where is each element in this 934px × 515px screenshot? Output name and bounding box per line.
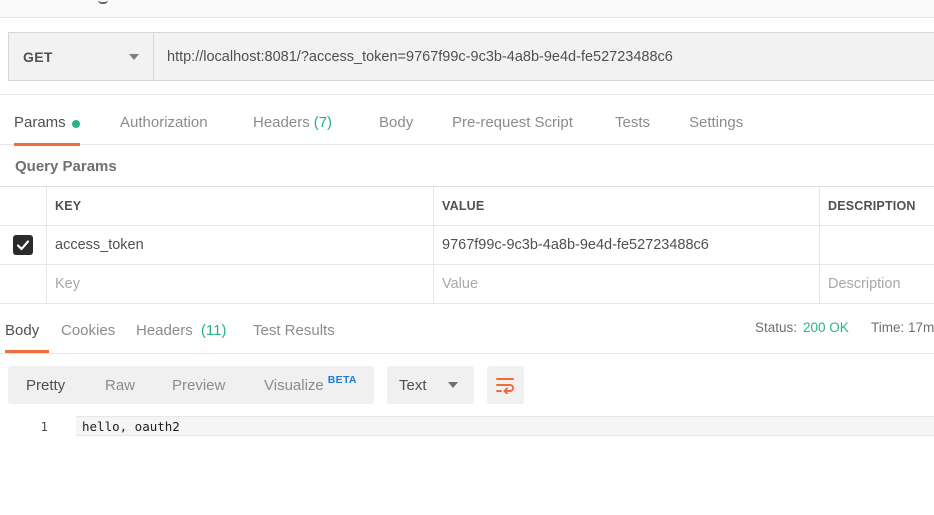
- tab-pre-request-script-label: Pre-request Script: [452, 114, 573, 131]
- column-header-description: DESCRIPTION: [819, 187, 934, 225]
- new-description-input[interactable]: Description: [819, 265, 934, 303]
- title-fragment: [98, 0, 108, 4]
- tab-response-body[interactable]: Body: [5, 313, 49, 353]
- view-preview-button[interactable]: Preview: [172, 366, 225, 404]
- param-key-field[interactable]: access_token: [46, 226, 433, 264]
- request-bar: GET http://localhost:8081/?access_token=…: [8, 32, 934, 81]
- new-value-input[interactable]: Value: [433, 265, 820, 303]
- tab-settings-label: Settings: [689, 114, 744, 131]
- check-icon: [16, 240, 30, 251]
- chevron-down-icon: [129, 53, 139, 60]
- tab-headers-label: Headers: [253, 114, 310, 131]
- table-row-new: Key Value Description: [0, 265, 934, 304]
- header-check-cell: [0, 187, 46, 225]
- query-params-title: Query Params: [15, 158, 117, 175]
- tab-body-label: Body: [379, 114, 414, 131]
- tab-body[interactable]: Body: [379, 105, 413, 145]
- new-row-check-cell: [0, 265, 46, 303]
- tab-tests-label: Tests: [615, 114, 651, 131]
- code-line: hello, oauth2: [82, 419, 180, 434]
- method-label: GET: [23, 48, 53, 65]
- new-key-input[interactable]: Key: [46, 265, 433, 303]
- row-check-cell: [0, 226, 46, 264]
- tab-test-results[interactable]: Test Results: [253, 313, 335, 353]
- active-line-highlight: [76, 416, 934, 436]
- tab-params[interactable]: Params: [14, 105, 80, 146]
- format-select[interactable]: Text: [387, 366, 474, 404]
- params-table: KEY VALUE DESCRIPTION access_token 9767f…: [0, 186, 934, 304]
- tab-response-headers-label: Headers: [136, 322, 193, 339]
- table-row: access_token 9767f99c-9c3b-4a8b-9e4d-fe5…: [0, 226, 934, 265]
- response-view-selector: Pretty Raw Preview Visualize BETA: [8, 366, 374, 404]
- response-body-viewer[interactable]: 1 hello, oauth2: [0, 416, 934, 437]
- tab-tests[interactable]: Tests: [615, 105, 650, 145]
- url-input[interactable]: http://localhost:8081/?access_token=9767…: [154, 33, 934, 80]
- tab-test-results-label: Test Results: [253, 322, 335, 339]
- view-pretty-button[interactable]: Pretty: [26, 366, 65, 404]
- active-dot-icon: [71, 120, 80, 128]
- time-value: 17m: [908, 320, 934, 335]
- tab-params-label: Params: [14, 114, 66, 131]
- format-label: Text: [399, 376, 427, 394]
- wrap-lines-button[interactable]: [487, 366, 524, 404]
- status-indicator: Status: 200 OK: [755, 313, 849, 335]
- visualize-label: Visualize: [264, 376, 324, 394]
- time-label: Time:: [871, 320, 905, 335]
- column-header-value: VALUE: [433, 187, 820, 225]
- window-top-strip: [0, 0, 934, 18]
- view-raw-button[interactable]: Raw: [105, 366, 135, 404]
- beta-badge: BETA: [327, 374, 357, 386]
- chevron-down-icon: [448, 382, 458, 388]
- status-value: 200 OK: [803, 320, 849, 335]
- tab-authorization[interactable]: Authorization: [120, 105, 208, 145]
- tab-settings[interactable]: Settings: [689, 105, 743, 145]
- status-label: Status:: [755, 320, 798, 335]
- column-header-key: KEY: [46, 187, 433, 225]
- table-header-row: KEY VALUE DESCRIPTION: [0, 187, 934, 226]
- tab-headers-count: (7): [313, 114, 333, 131]
- tab-cookies[interactable]: Cookies: [61, 313, 115, 353]
- time-indicator: Time: 17m: [871, 313, 934, 335]
- divider: [0, 94, 934, 95]
- tab-pre-request-script[interactable]: Pre-request Script: [452, 105, 573, 145]
- param-enabled-checkbox[interactable]: [13, 235, 33, 255]
- wrap-lines-icon: [495, 378, 514, 394]
- tab-cookies-label: Cookies: [61, 322, 116, 339]
- line-number: 1: [40, 419, 48, 434]
- tab-headers[interactable]: Headers (7): [253, 105, 332, 145]
- param-value-field[interactable]: 9767f99c-9c3b-4a8b-9e4d-fe52723488c6: [433, 226, 820, 264]
- response-tabs: Body Cookies Headers (11) Test Results S…: [0, 313, 934, 354]
- tab-response-headers-count: (11): [200, 322, 227, 339]
- view-visualize-button[interactable]: Visualize BETA: [264, 366, 357, 404]
- request-tabs: Params Authorization Headers (7) Body Pr…: [0, 105, 934, 146]
- param-description-field[interactable]: [819, 226, 934, 264]
- tab-authorization-label: Authorization: [120, 114, 208, 131]
- method-select[interactable]: GET: [9, 33, 154, 80]
- tab-response-headers[interactable]: Headers (11): [136, 313, 226, 353]
- tab-response-body-label: Body: [5, 322, 40, 339]
